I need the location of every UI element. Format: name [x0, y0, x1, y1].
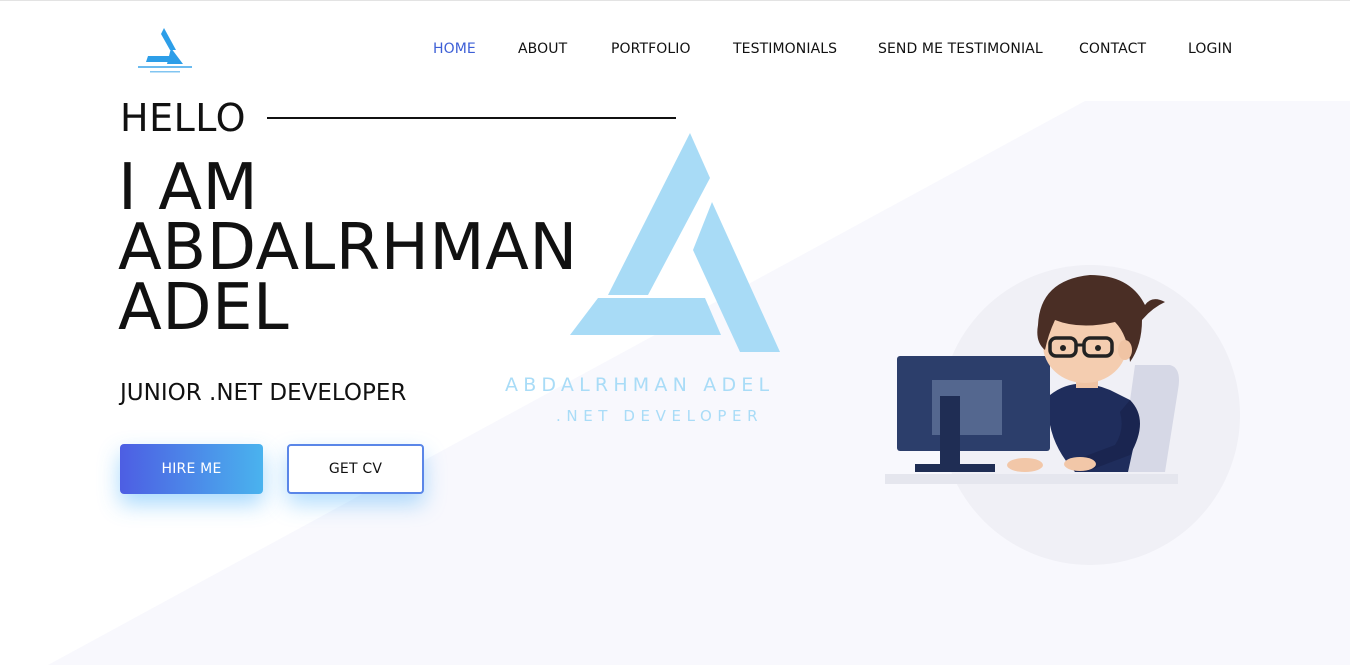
- name-line-1: I AM: [118, 151, 259, 225]
- nav-about[interactable]: ABOUT: [518, 41, 567, 57]
- name-line-2: ABDALRHMAN: [118, 211, 578, 285]
- watermark-name: ABDALRHMAN ADEL: [505, 374, 775, 396]
- greeting-divider: [267, 117, 676, 119]
- hero-name: I AM ABDALRHMAN ADEL: [118, 151, 578, 345]
- main-nav: HOME ABOUT PORTFOLIO TESTIMONIALS SEND M…: [0, 41, 1350, 61]
- developer-illustration-icon: [885, 265, 1240, 565]
- nav-login[interactable]: LOGIN: [1188, 41, 1232, 57]
- nav-send-testimonial[interactable]: SEND ME TESTIMONIAL: [878, 41, 1043, 57]
- hero-greeting: HELLO: [120, 96, 246, 140]
- nav-portfolio[interactable]: PORTFOLIO: [611, 41, 691, 57]
- get-cv-button[interactable]: GET CV: [287, 444, 424, 494]
- name-line-3: ADEL: [118, 271, 290, 345]
- nav-home[interactable]: HOME: [433, 41, 476, 57]
- watermark-role: .NET DEVELOPER: [556, 407, 764, 425]
- hire-me-button[interactable]: HIRE ME: [120, 444, 263, 494]
- site-header: HOME ABOUT PORTFOLIO TESTIMONIALS SEND M…: [0, 0, 1350, 100]
- nav-testimonials[interactable]: TESTIMONIALS: [733, 41, 837, 57]
- nav-contact[interactable]: CONTACT: [1079, 41, 1146, 57]
- hero-role: JUNIOR .NET DEVELOPER: [120, 380, 407, 406]
